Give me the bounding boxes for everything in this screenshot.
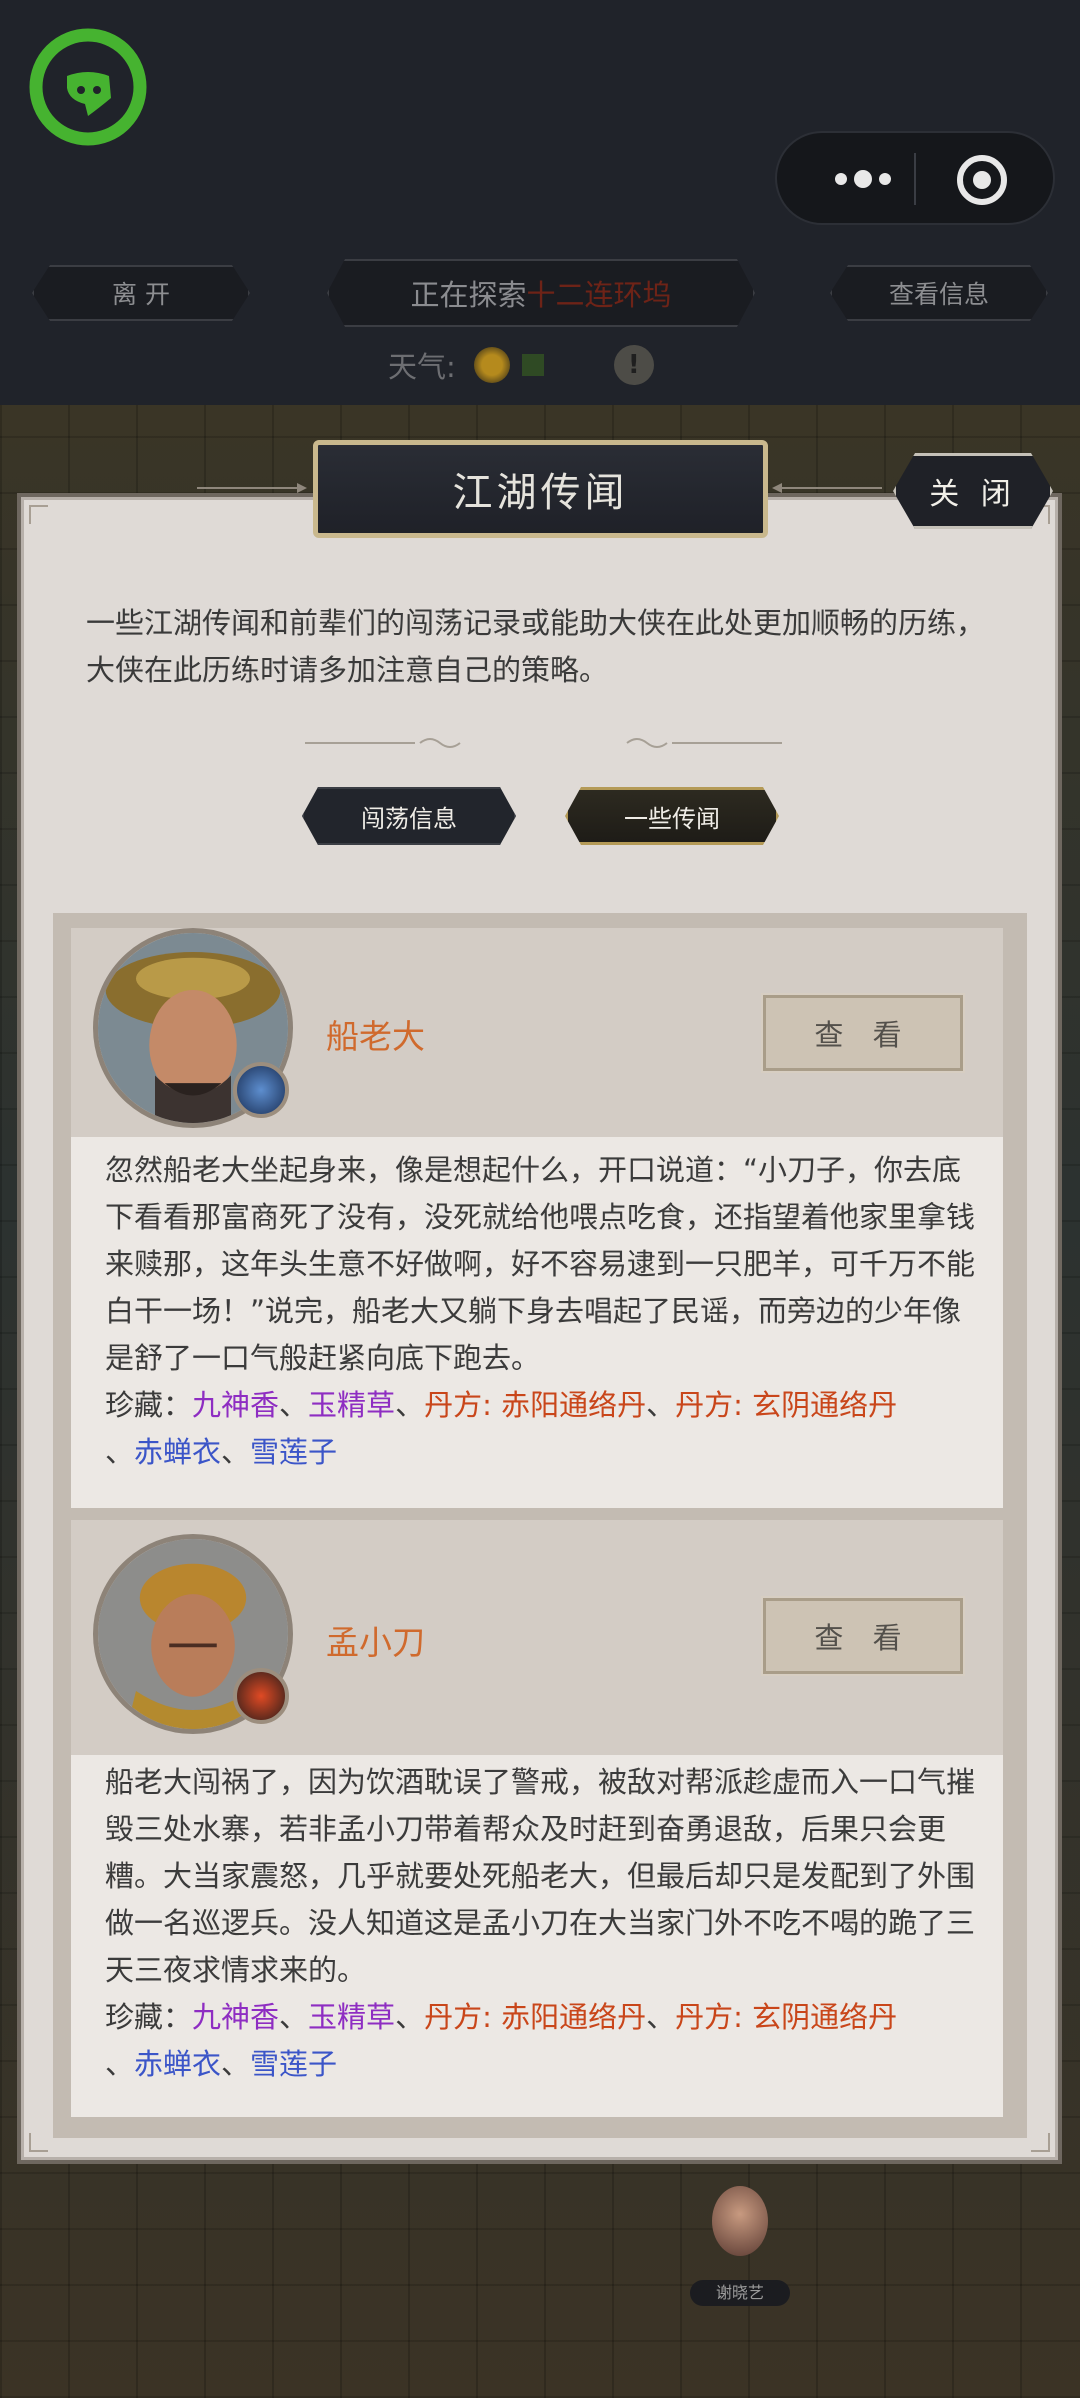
card-story: 忽然船老大坐起身来，像是想起什么，开口说道：“小刀子，你去底下看看那富商死了没有… bbox=[105, 1153, 976, 1375]
card-body: 船老大闯祸了，因为饮酒耽误了警戒，被敌对帮派趁虚而入一口气摧毁三处水寨，若非孟小… bbox=[71, 1755, 1003, 2117]
title-ornament-left-icon bbox=[197, 483, 307, 493]
treasure-item: 雪莲子 bbox=[250, 2047, 338, 2081]
character-name: 船老大 bbox=[326, 1017, 425, 1056]
view-button[interactable]: 查 看 bbox=[761, 993, 965, 1073]
top-bar: 离 开 正在探索 十二连环坞 查看信息 天气: ! bbox=[0, 0, 1080, 405]
close-button[interactable]: 关 闭 bbox=[893, 453, 1053, 529]
title-ornament-right-icon bbox=[772, 483, 882, 493]
corner-ornament-icon bbox=[1031, 2133, 1050, 2152]
corner-ornament-icon bbox=[29, 2133, 48, 2152]
view-button[interactable]: 查 看 bbox=[761, 1596, 965, 1676]
weather-status-icon bbox=[521, 354, 544, 376]
treasure-item: 赤蝉衣 bbox=[134, 2047, 222, 2081]
more-icon[interactable] bbox=[817, 159, 909, 199]
weapon-badge-icon bbox=[233, 1062, 289, 1118]
treasure-item: 玉精草 bbox=[308, 1388, 396, 1422]
dialog-intro-text: 一些江湖传闻和前辈们的闯荡记录或能助大侠在此处更加顺畅的历练，大侠在此历练时请多… bbox=[86, 606, 986, 687]
close-mini-program-icon[interactable] bbox=[955, 153, 1009, 207]
exploring-location: 十二连环坞 bbox=[526, 278, 672, 312]
dialog-title: 江湖传闻 bbox=[313, 440, 768, 538]
treasure-item: 丹方: 赤阳通络丹 bbox=[424, 1388, 647, 1422]
view-info-button[interactable]: 查看信息 bbox=[830, 265, 1048, 321]
character-name: 孟小刀 bbox=[326, 1623, 425, 1662]
treasure-item: 丹方: 赤阳通络丹 bbox=[424, 2000, 647, 2034]
treasure-item: 雪莲子 bbox=[250, 1435, 338, 1469]
rumor-card: 孟小刀 查 看 船老大闯祸了，因为饮酒耽误了警戒，被敌对帮派趁虚而入一口气摧毁三… bbox=[71, 1520, 1003, 2117]
weather-row: 天气: ! bbox=[388, 343, 654, 387]
card-story: 船老大闯祸了，因为饮酒耽误了警戒，被敌对帮派趁虚而入一口气摧毁三处水寨，若非孟小… bbox=[105, 1765, 976, 1987]
treasure-item: 赤蝉衣 bbox=[134, 1435, 222, 1469]
treasure-label: 珍藏： bbox=[105, 2000, 193, 2034]
treasure-item: 丹方: 玄阴通络丹 bbox=[675, 1388, 898, 1422]
card-treasures: 珍藏：九神香、玉精草、丹方: 赤阳通络丹、丹方: 玄阴通络丹 、赤蝉衣、雪莲子 bbox=[105, 2000, 898, 2081]
corner-ornament-icon bbox=[29, 505, 48, 524]
rumor-card: 船老大 查 看 忽然船老大坐起身来，像是想起什么，开口说道：“小刀子，你去底下看… bbox=[71, 928, 1003, 1508]
treasure-label: 珍藏： bbox=[105, 1388, 193, 1422]
exploring-prefix: 正在探索 bbox=[410, 278, 527, 312]
divider-ornament-icon bbox=[626, 738, 782, 748]
weather-label: 天气: bbox=[388, 350, 456, 384]
divider-ornament-icon bbox=[305, 738, 461, 748]
npc-avatar bbox=[712, 2186, 768, 2256]
npc-name: 谢晓艺 bbox=[690, 2280, 790, 2306]
leave-button[interactable]: 离 开 bbox=[32, 265, 250, 321]
sun-icon bbox=[473, 347, 510, 383]
mini-program-capsule bbox=[775, 131, 1055, 225]
card-treasures: 珍藏：九神香、玉精草、丹方: 赤阳通络丹、丹方: 玄阴通络丹 、赤蝉衣、雪莲子 bbox=[105, 1388, 898, 1469]
card-body: 忽然船老大坐起身来，像是想起什么，开口说道：“小刀子，你去底下看看那富商死了没有… bbox=[71, 1137, 1003, 1508]
treasure-item: 九神香 bbox=[192, 1388, 280, 1422]
npc-marker[interactable]: 谢晓艺 bbox=[690, 2180, 790, 2310]
treasure-item: 玉精草 bbox=[308, 2000, 396, 2034]
app-logo-icon bbox=[29, 28, 147, 146]
tab-adventure-info[interactable]: 闯荡信息 bbox=[302, 787, 516, 845]
weapon-badge-icon bbox=[233, 1668, 289, 1724]
treasure-item: 九神香 bbox=[192, 2000, 280, 2034]
tab-rumors[interactable]: 一些传闻 bbox=[565, 787, 779, 845]
capsule-divider bbox=[914, 153, 916, 205]
rumor-card-list: 船老大 查 看 忽然船老大坐起身来，像是想起什么，开口说道：“小刀子，你去底下看… bbox=[53, 913, 1027, 2138]
weather-info-icon[interactable]: ! bbox=[613, 345, 654, 385]
exploring-location-banner: 正在探索 十二连环坞 bbox=[327, 259, 755, 327]
treasure-item: 丹方: 玄阴通络丹 bbox=[675, 2000, 898, 2034]
